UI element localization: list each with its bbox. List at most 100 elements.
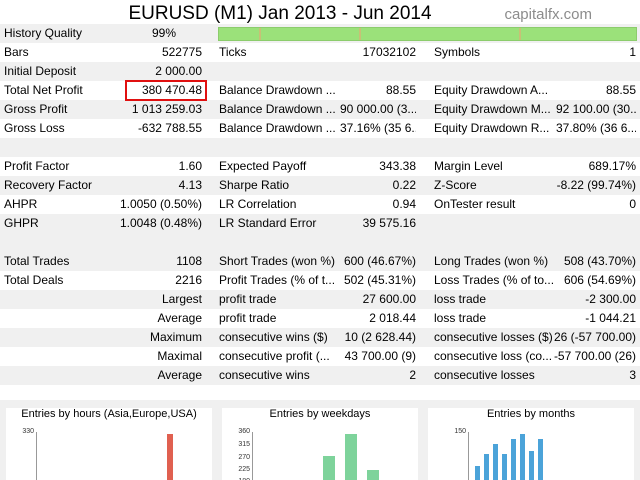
entries-by-hours-chart: Entries by hours (Asia,Europe,USA) 330 [6,408,212,480]
y-tick-label: 150 [454,428,466,435]
z-score-value: -8.22 (99.74%) [556,178,636,192]
average-consecutive-row: Average consecutive wins 2 consecutive l… [0,366,640,385]
bars-label: Bars [4,45,29,59]
net-profit-highlight-box [125,80,207,101]
balance-drawdown-relative-value: 37.16% (35 6... [340,121,416,135]
equity-drawdown-relative-label: Equity Drawdown R... [434,121,550,135]
average-consecutive-label: Average [157,368,202,382]
sharpe-ratio-label: Sharpe Ratio [219,178,290,192]
chart-bar [475,466,480,480]
max-consecutive-losses-value: 26 (-57 700.00) [553,330,636,344]
recovery-factor-label: Recovery Factor [4,178,93,192]
gross-profit-value: 1 013 259.03 [131,102,202,116]
entries-by-months-chart: Entries by months 150 [428,408,634,480]
history-quality-bar [218,27,637,41]
average-loss-trade-label: loss trade [434,311,487,325]
maximal-consecutive-loss-value: -57 700.00 (26) [553,349,636,363]
history-quality-gap [359,28,361,40]
short-trades-label: Short Trades (won %) [219,254,336,268]
maximal-label: Maximal [157,349,202,363]
plot-area [469,432,629,480]
short-trades-value: 600 (46.67%) [343,254,416,268]
lr-standard-error-value: 39 575.16 [362,216,416,230]
loss-trades-value: 606 (54.69%) [563,273,636,287]
average-consecutive-wins-label: consecutive wins [219,368,310,382]
equity-drawdown-absolute-label: Equity Drawdown A... [434,83,549,97]
ghpr-label: GHPR [4,216,39,230]
balance-drawdown-max-label: Balance Drawdown ... [219,102,336,116]
maximal-consecutive-loss-label: consecutive loss (co... [434,349,552,363]
total-deals-value: 2216 [175,273,202,287]
ahpr-label: AHPR [4,197,38,211]
sharpe-ratio-value: 0.22 [392,178,416,192]
lr-correlation-value: 0.94 [392,197,416,211]
z-score-label: Z-Score [434,178,477,192]
ticks-value: 17032102 [362,45,416,59]
chart-bar [493,444,498,480]
history-quality-label: History Quality [4,26,83,40]
report-header: EURUSD (M1) Jan 2013 - Jun 2014 capitalf… [0,0,640,26]
largest-profit-trade-value: 27 600.00 [362,292,416,306]
initial-deposit-row: Initial Deposit 2 000.00 [0,62,640,81]
initial-deposit-label: Initial Deposit [4,64,77,78]
long-trades-label: Long Trades (won %) [434,254,549,268]
profit-factor-label: Profit Factor [4,159,70,173]
history-quality-row: History Quality 99% [0,24,640,43]
maximal-row: Maximal consecutive profit (... 43 700.0… [0,347,640,366]
net-profit-label: Total Net Profit [4,83,83,97]
plot-area [253,432,413,480]
total-trades-label: Total Trades [4,254,70,268]
chart-bar [520,434,525,480]
maximal-consecutive-profit-value: 43 700.00 (9) [344,349,416,363]
history-quality-value: 99% [152,26,177,40]
gross-profit-label: Gross Profit [4,102,68,116]
gross-loss-label: Gross Loss [4,121,65,135]
y-tick-label: 315 [238,441,250,448]
symbols-value: 1 [629,45,636,59]
total-deals-label: Total Deals [4,273,64,287]
chart-bar [345,434,357,480]
expected-payoff-value: 343.38 [379,159,416,173]
ontester-result-label: OnTester result [434,197,516,211]
long-trades-value: 508 (43.70%) [563,254,636,268]
spacer-row [0,233,640,252]
maximum-row: Maximum consecutive wins ($) 10 (2 628.4… [0,328,640,347]
chart-bar [167,434,173,480]
gross-profit-row: Gross Profit 1 013 259.03 Balance Drawdo… [0,100,640,119]
entries-by-weekdays-chart: Entries by weekdays 360 315 270 225 180 [222,408,418,480]
chart-bar [538,439,543,480]
chart-bar [502,454,507,480]
bars-row: Bars 522775 Ticks 17032102 Symbols 1 [0,43,640,62]
backtest-report: History Quality 99% Bars 522775 Ticks 17… [0,24,640,385]
balance-drawdown-max-value: 90 000.00 (3... [340,102,416,116]
entries-charts-strip: Entries by hours (Asia,Europe,USA) 330 E… [0,400,640,480]
loss-trades-label: Loss Trades (% of to... [434,273,555,287]
profit-factor-row: Profit Factor 1.60 Expected Payoff 343.3… [0,157,640,176]
y-tick-label: 225 [238,466,250,473]
chart-bar [484,454,489,480]
net-profit-row: Total Net Profit 380 470.48 Balance Draw… [0,81,640,100]
total-trades-row: Total Trades 1108 Short Trades (won %) 6… [0,252,640,271]
profit-trades-label: Profit Trades (% of t... [219,273,336,287]
equity-drawdown-max-value: 92 100.00 (30... [556,102,636,116]
gross-loss-value: -632 788.55 [137,121,202,135]
largest-loss-trade-value: -2 300.00 [585,292,636,306]
margin-level-value: 689.17% [588,159,636,173]
y-tick-label: 360 [238,428,250,435]
bars-value: 522775 [161,45,202,59]
equity-drawdown-relative-value: 37.80% (36 6... [556,121,636,135]
y-tick-label: 270 [238,454,250,461]
average-label: Average [157,311,202,325]
initial-deposit-value: 2 000.00 [155,64,202,78]
brand-watermark: capitalfx.com [504,6,592,23]
maximal-consecutive-profit-label: consecutive profit (... [219,349,329,363]
ghpr-row: GHPR 1.0048 (0.48%) LR Standard Error 39… [0,214,640,233]
chart-title: Entries by months [486,408,576,420]
y-tick-label: 330 [22,428,34,435]
largest-row: Largest profit trade 27 600.00 loss trad… [0,290,640,309]
average-trade-row: Average profit trade 2 018.44 loss trade… [0,309,640,328]
plot-area [37,432,207,480]
max-consecutive-losses-label: consecutive losses ($) [434,330,553,344]
chart-title: Entries by hours (Asia,Europe,USA) [21,408,197,420]
profit-trades-value: 502 (45.31%) [343,273,416,287]
